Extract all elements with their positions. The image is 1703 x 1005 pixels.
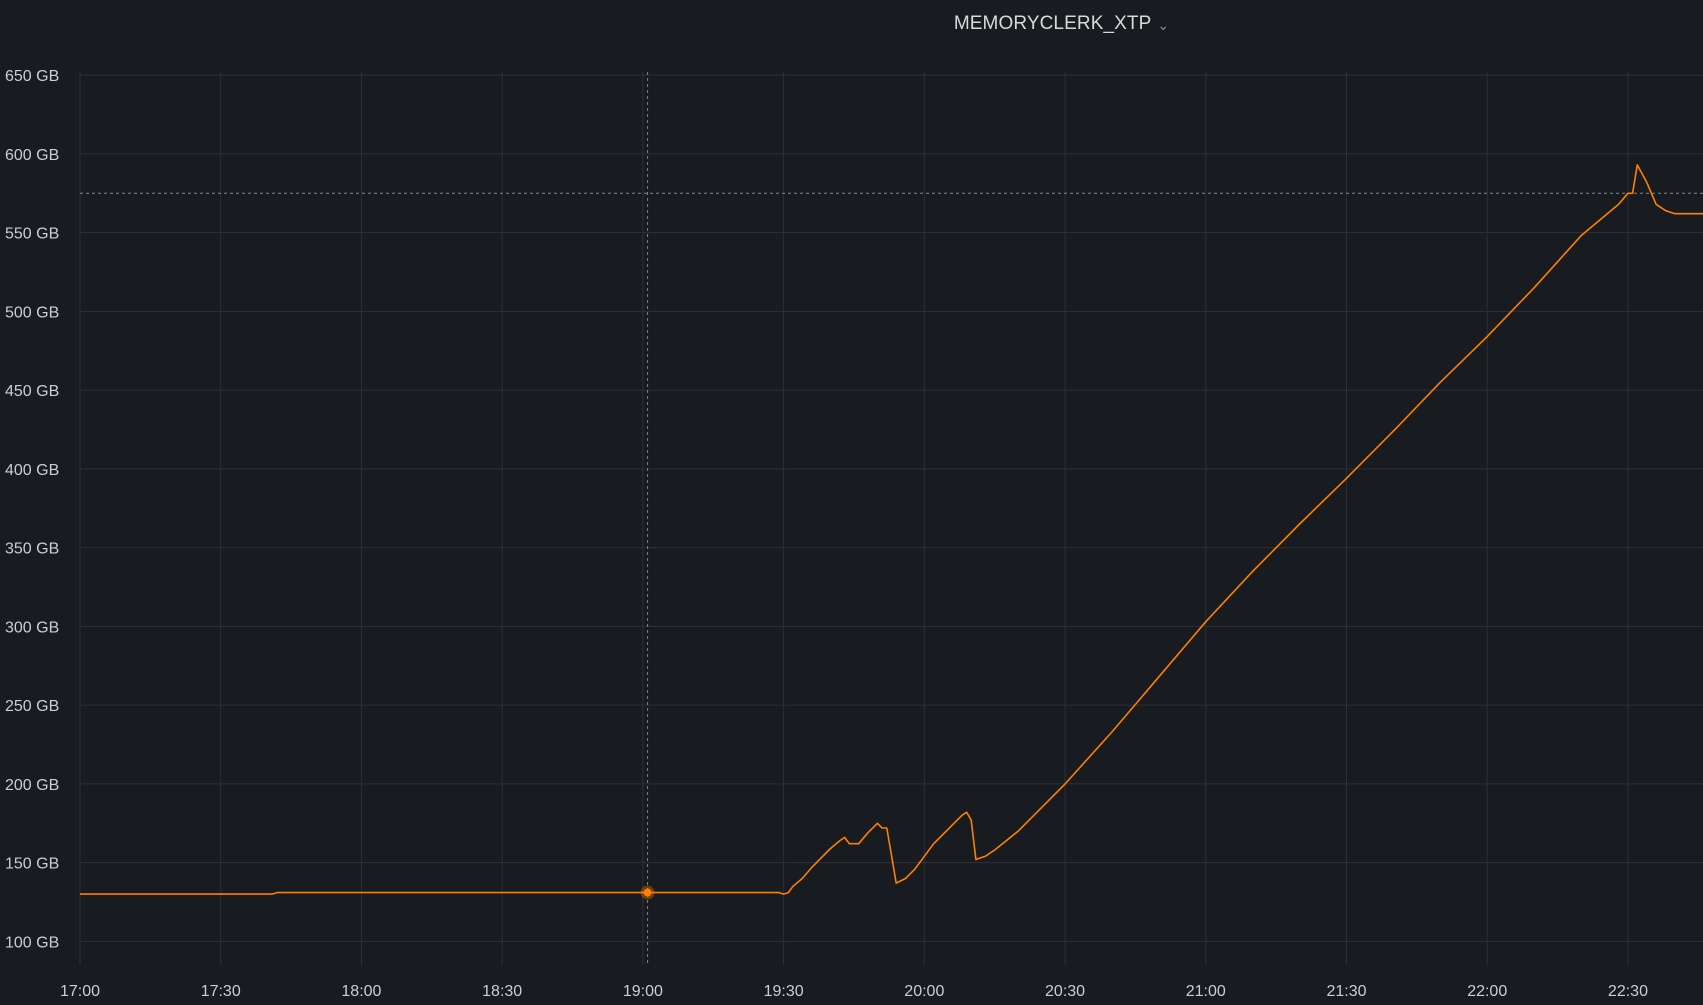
- x-tick-label: 19:30: [764, 983, 804, 1000]
- graph-panel: MEMORYCLERK_XTP ⌄ 100 GB 150 GB 200 GB 250 …: [0, 0, 1703, 1005]
- x-tick-label: 22:00: [1467, 983, 1507, 1000]
- y-tick-label: 300 GB: [5, 619, 59, 636]
- y-tick-label: 150 GB: [5, 856, 59, 873]
- series-layer: [80, 164, 1703, 900]
- x-tick-label: 22:30: [1608, 983, 1648, 1000]
- series-line: [80, 164, 1703, 895]
- y-tick-label: 250 GB: [5, 698, 59, 715]
- y-tick-label: 550 GB: [5, 226, 59, 243]
- y-tick-label: 200 GB: [5, 777, 59, 794]
- y-tick-label: 400 GB: [5, 462, 59, 479]
- y-tick-label: 500 GB: [5, 304, 59, 321]
- x-tick-label: 18:00: [341, 983, 381, 1000]
- x-tick-label: 21:00: [1186, 983, 1226, 1000]
- chart-grid: [79, 72, 1703, 965]
- x-tick-label: 18:30: [482, 983, 522, 1000]
- crosshair: [80, 72, 1703, 965]
- x-tick-label: 20:30: [1045, 983, 1085, 1000]
- line-chart[interactable]: 100 GB 150 GB 200 GB 250 GB 300 GB 350 GB 400 …: [0, 0, 1703, 1005]
- x-tick-label: 21:30: [1326, 983, 1366, 1000]
- y-tick-label: 600 GB: [5, 147, 59, 164]
- x-tick-label: 19:00: [623, 983, 663, 1000]
- y-axis: 100 GB 150 GB 200 GB 250 GB 300 GB 350 GB 400 …: [5, 68, 59, 951]
- y-tick-label: 450 GB: [5, 383, 59, 400]
- y-tick-label: 650 GB: [5, 68, 59, 85]
- hover-point: [643, 888, 652, 897]
- x-tick-label: 20:00: [904, 983, 944, 1000]
- x-tick-label: 17:30: [201, 983, 241, 1000]
- y-tick-label: 350 GB: [5, 541, 59, 558]
- x-tick-label: 17:00: [60, 983, 100, 1000]
- y-tick-label: 100 GB: [5, 934, 59, 951]
- x-axis: 17:00 17:30 18:00 18:30 19:00 19:30 20:00 20:30…: [60, 983, 1648, 1000]
